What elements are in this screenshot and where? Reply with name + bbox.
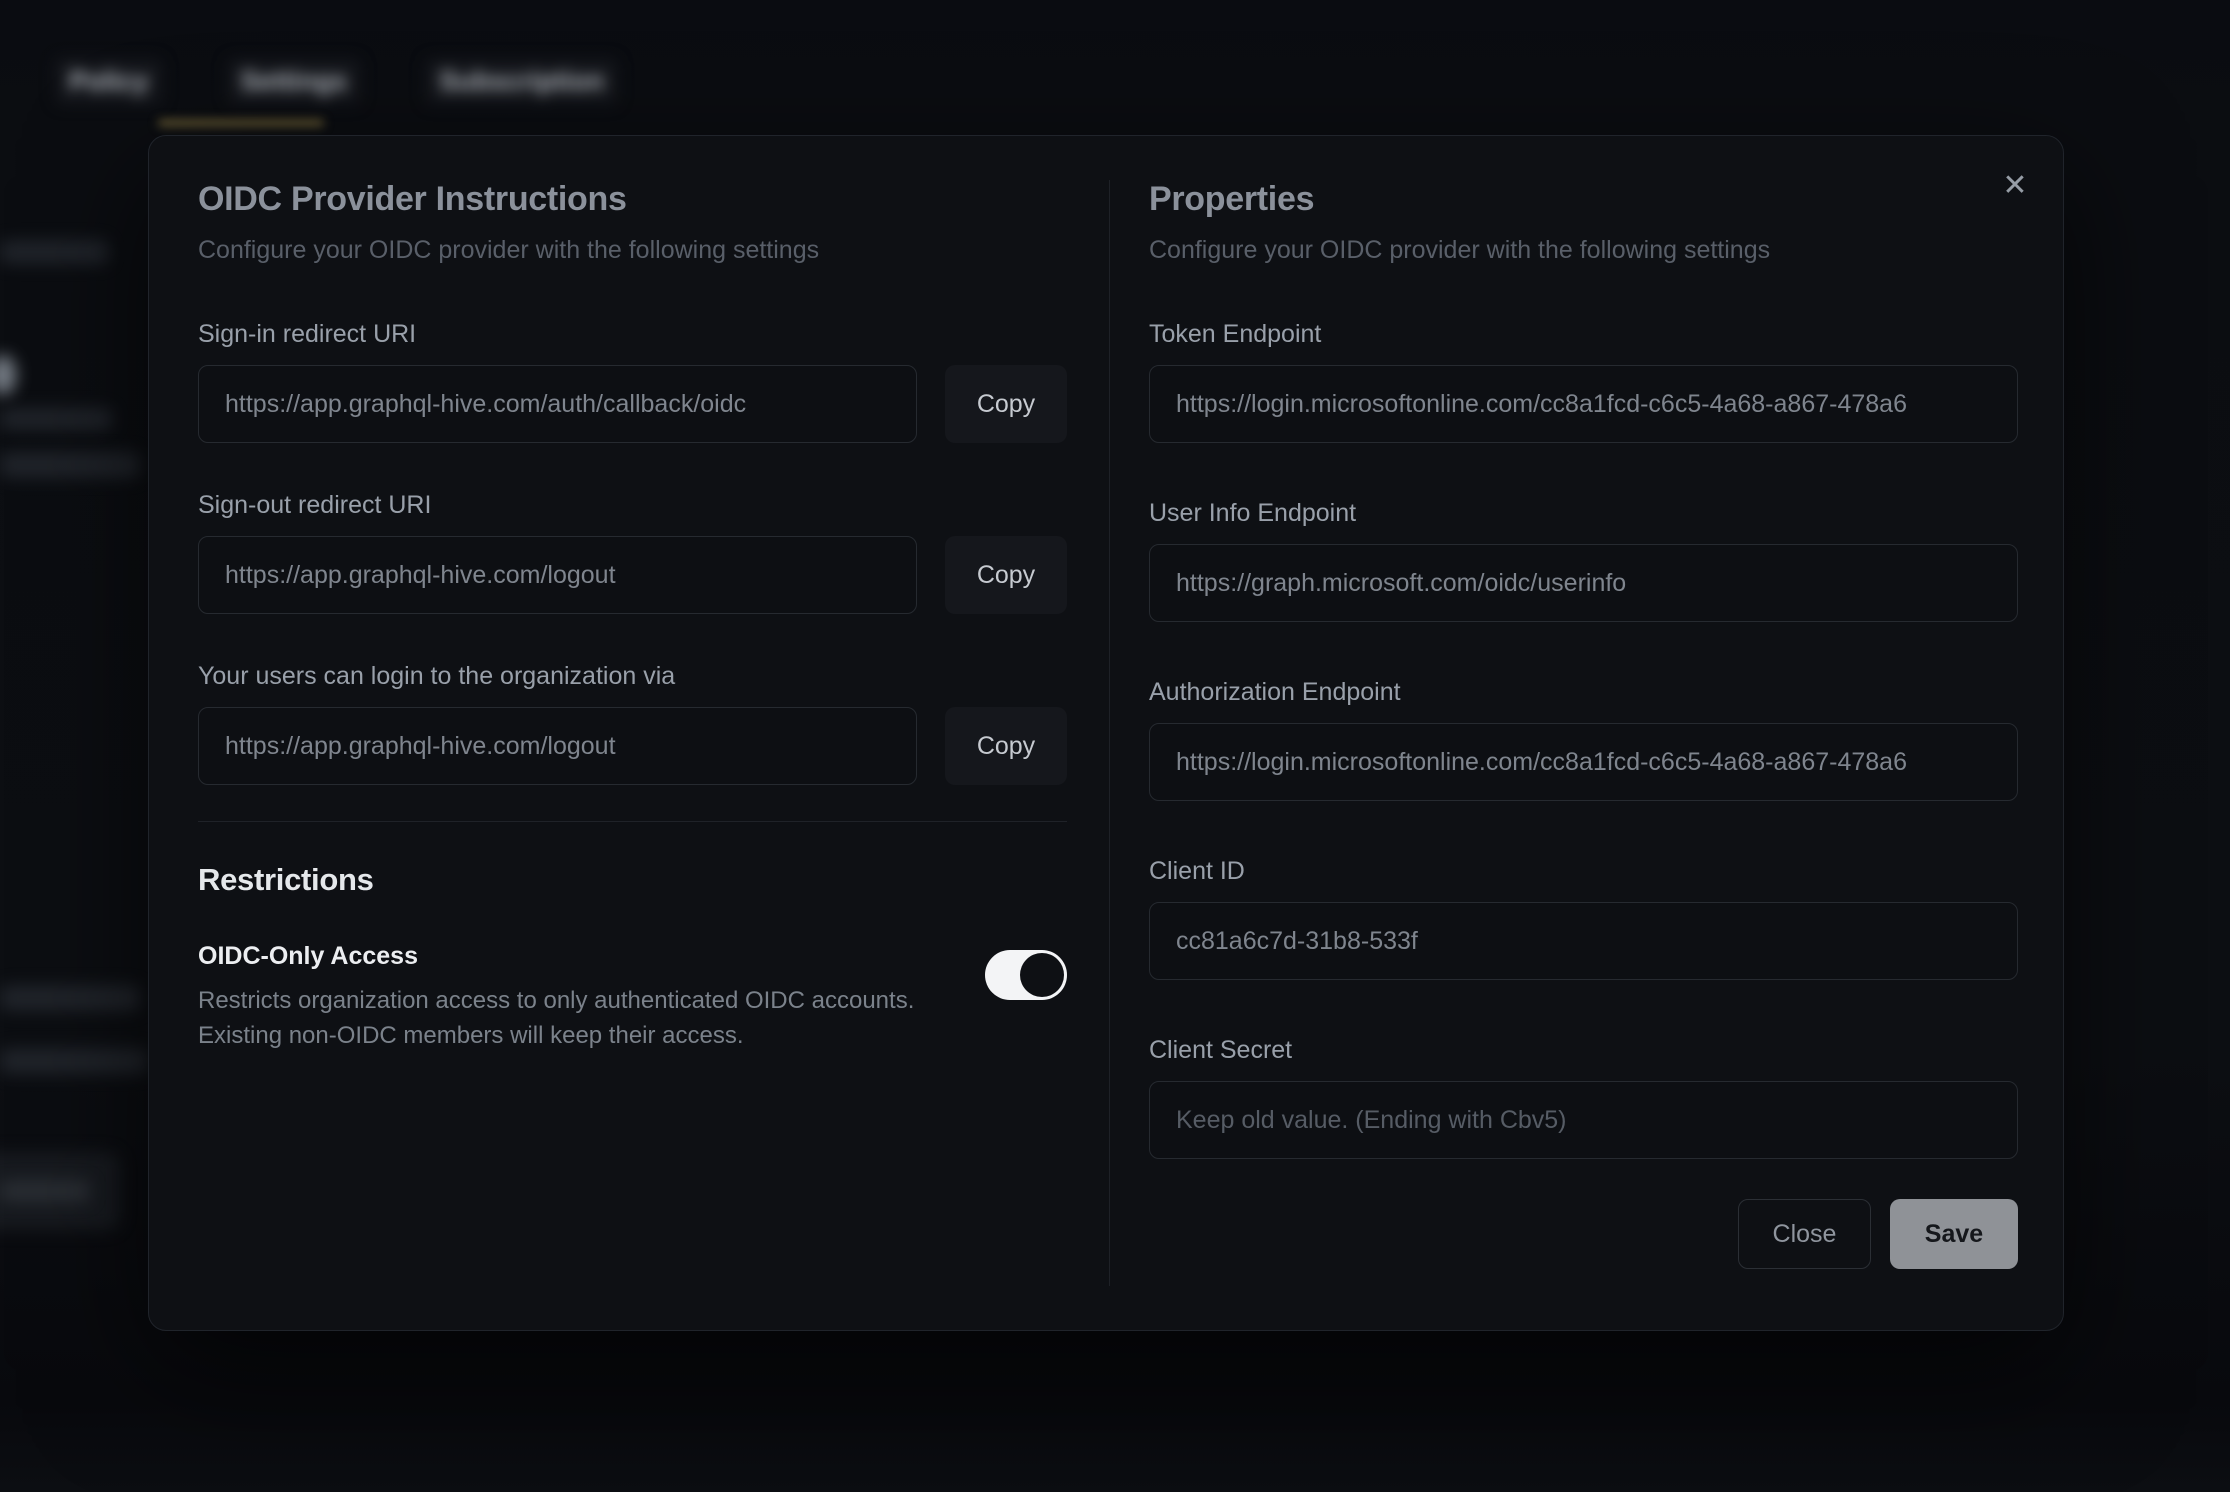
instructions-subtitle: Configure your OIDC provider with the fo… — [198, 234, 1067, 267]
background-blur-fragment — [0, 452, 140, 478]
org-login-url-label: Your users can login to the organization… — [198, 662, 1067, 691]
token-endpoint-input[interactable] — [1149, 365, 2018, 443]
oidc-only-access-toggle[interactable] — [985, 950, 1067, 1000]
active-tab-underline — [158, 120, 324, 126]
client-id-input[interactable] — [1149, 902, 2018, 980]
client-id-label: Client ID — [1149, 857, 2018, 886]
signout-redirect-uri-label: Sign-out redirect URI — [198, 491, 1067, 520]
toggle-knob — [1020, 953, 1064, 997]
background-blur-fragment — [0, 355, 16, 395]
user-info-endpoint-input[interactable] — [1149, 544, 2018, 622]
oidc-modal: ✕ OIDC Provider Instructions Configure y… — [148, 135, 2064, 1331]
properties-title: Properties — [1149, 178, 2018, 221]
save-button[interactable]: Save — [1890, 1199, 2018, 1269]
restrictions-title: Restrictions — [198, 862, 1067, 898]
oidc-only-access-description: Existing non-OIDC members will keep thei… — [198, 1018, 914, 1053]
instructions-title: OIDC Provider Instructions — [198, 178, 1067, 221]
copy-signout-uri-button[interactable]: Copy — [945, 536, 1067, 614]
oidc-only-access-row: OIDC-Only Access Restricts organization … — [198, 942, 1067, 1053]
authorization-endpoint-label: Authorization Endpoint — [1149, 678, 2018, 707]
signout-redirect-uri-input[interactable] — [198, 536, 917, 614]
background-blur-fragment — [0, 240, 108, 264]
signin-redirect-uri-label: Sign-in redirect URI — [198, 320, 1067, 349]
tab-policy[interactable]: Policy — [55, 58, 163, 105]
oidc-only-access-description: Restricts organization access to only au… — [198, 983, 914, 1018]
signout-redirect-uri-row: Copy — [198, 536, 1067, 614]
token-endpoint-row — [1149, 365, 2018, 443]
copy-signin-uri-button[interactable]: Copy — [945, 365, 1067, 443]
client-secret-label: Client Secret — [1149, 1036, 2018, 1065]
copy-login-url-button[interactable]: Copy — [945, 707, 1067, 785]
oidc-only-access-text: OIDC-Only Access Restricts organization … — [198, 942, 914, 1053]
client-secret-row — [1149, 1081, 2018, 1159]
user-info-endpoint-label: User Info Endpoint — [1149, 499, 2018, 528]
properties-section: Properties Configure your OIDC provider … — [1149, 178, 2018, 1269]
background-tab-bar: Policy Settings Subscription — [55, 58, 618, 105]
background-blur-fragment — [0, 1048, 148, 1074]
authorization-endpoint-input[interactable] — [1149, 723, 2018, 801]
background-blur-fragment — [0, 1180, 90, 1202]
column-divider — [1109, 180, 1110, 1286]
org-login-url-row: Copy — [198, 707, 1067, 785]
tab-settings[interactable]: Settings — [227, 58, 362, 105]
background-blur-fragment — [0, 985, 140, 1011]
oidc-only-access-label: OIDC-Only Access — [198, 942, 914, 971]
restrictions-divider — [198, 821, 1067, 822]
close-button[interactable]: Close — [1738, 1199, 1871, 1269]
client-id-row — [1149, 902, 2018, 980]
background-blur-fragment — [0, 408, 112, 430]
tab-subscription[interactable]: Subscription — [425, 58, 618, 105]
properties-subtitle: Configure your OIDC provider with the fo… — [1149, 234, 2018, 267]
signin-redirect-uri-row: Copy — [198, 365, 1067, 443]
signin-redirect-uri-input[interactable] — [198, 365, 917, 443]
org-login-url-input[interactable] — [198, 707, 917, 785]
authorization-endpoint-row — [1149, 723, 2018, 801]
client-secret-input[interactable] — [1149, 1081, 2018, 1159]
instructions-section: OIDC Provider Instructions Configure you… — [198, 178, 1067, 1053]
user-info-endpoint-row — [1149, 544, 2018, 622]
modal-footer: Close Save — [1149, 1199, 2018, 1269]
token-endpoint-label: Token Endpoint — [1149, 320, 2018, 349]
